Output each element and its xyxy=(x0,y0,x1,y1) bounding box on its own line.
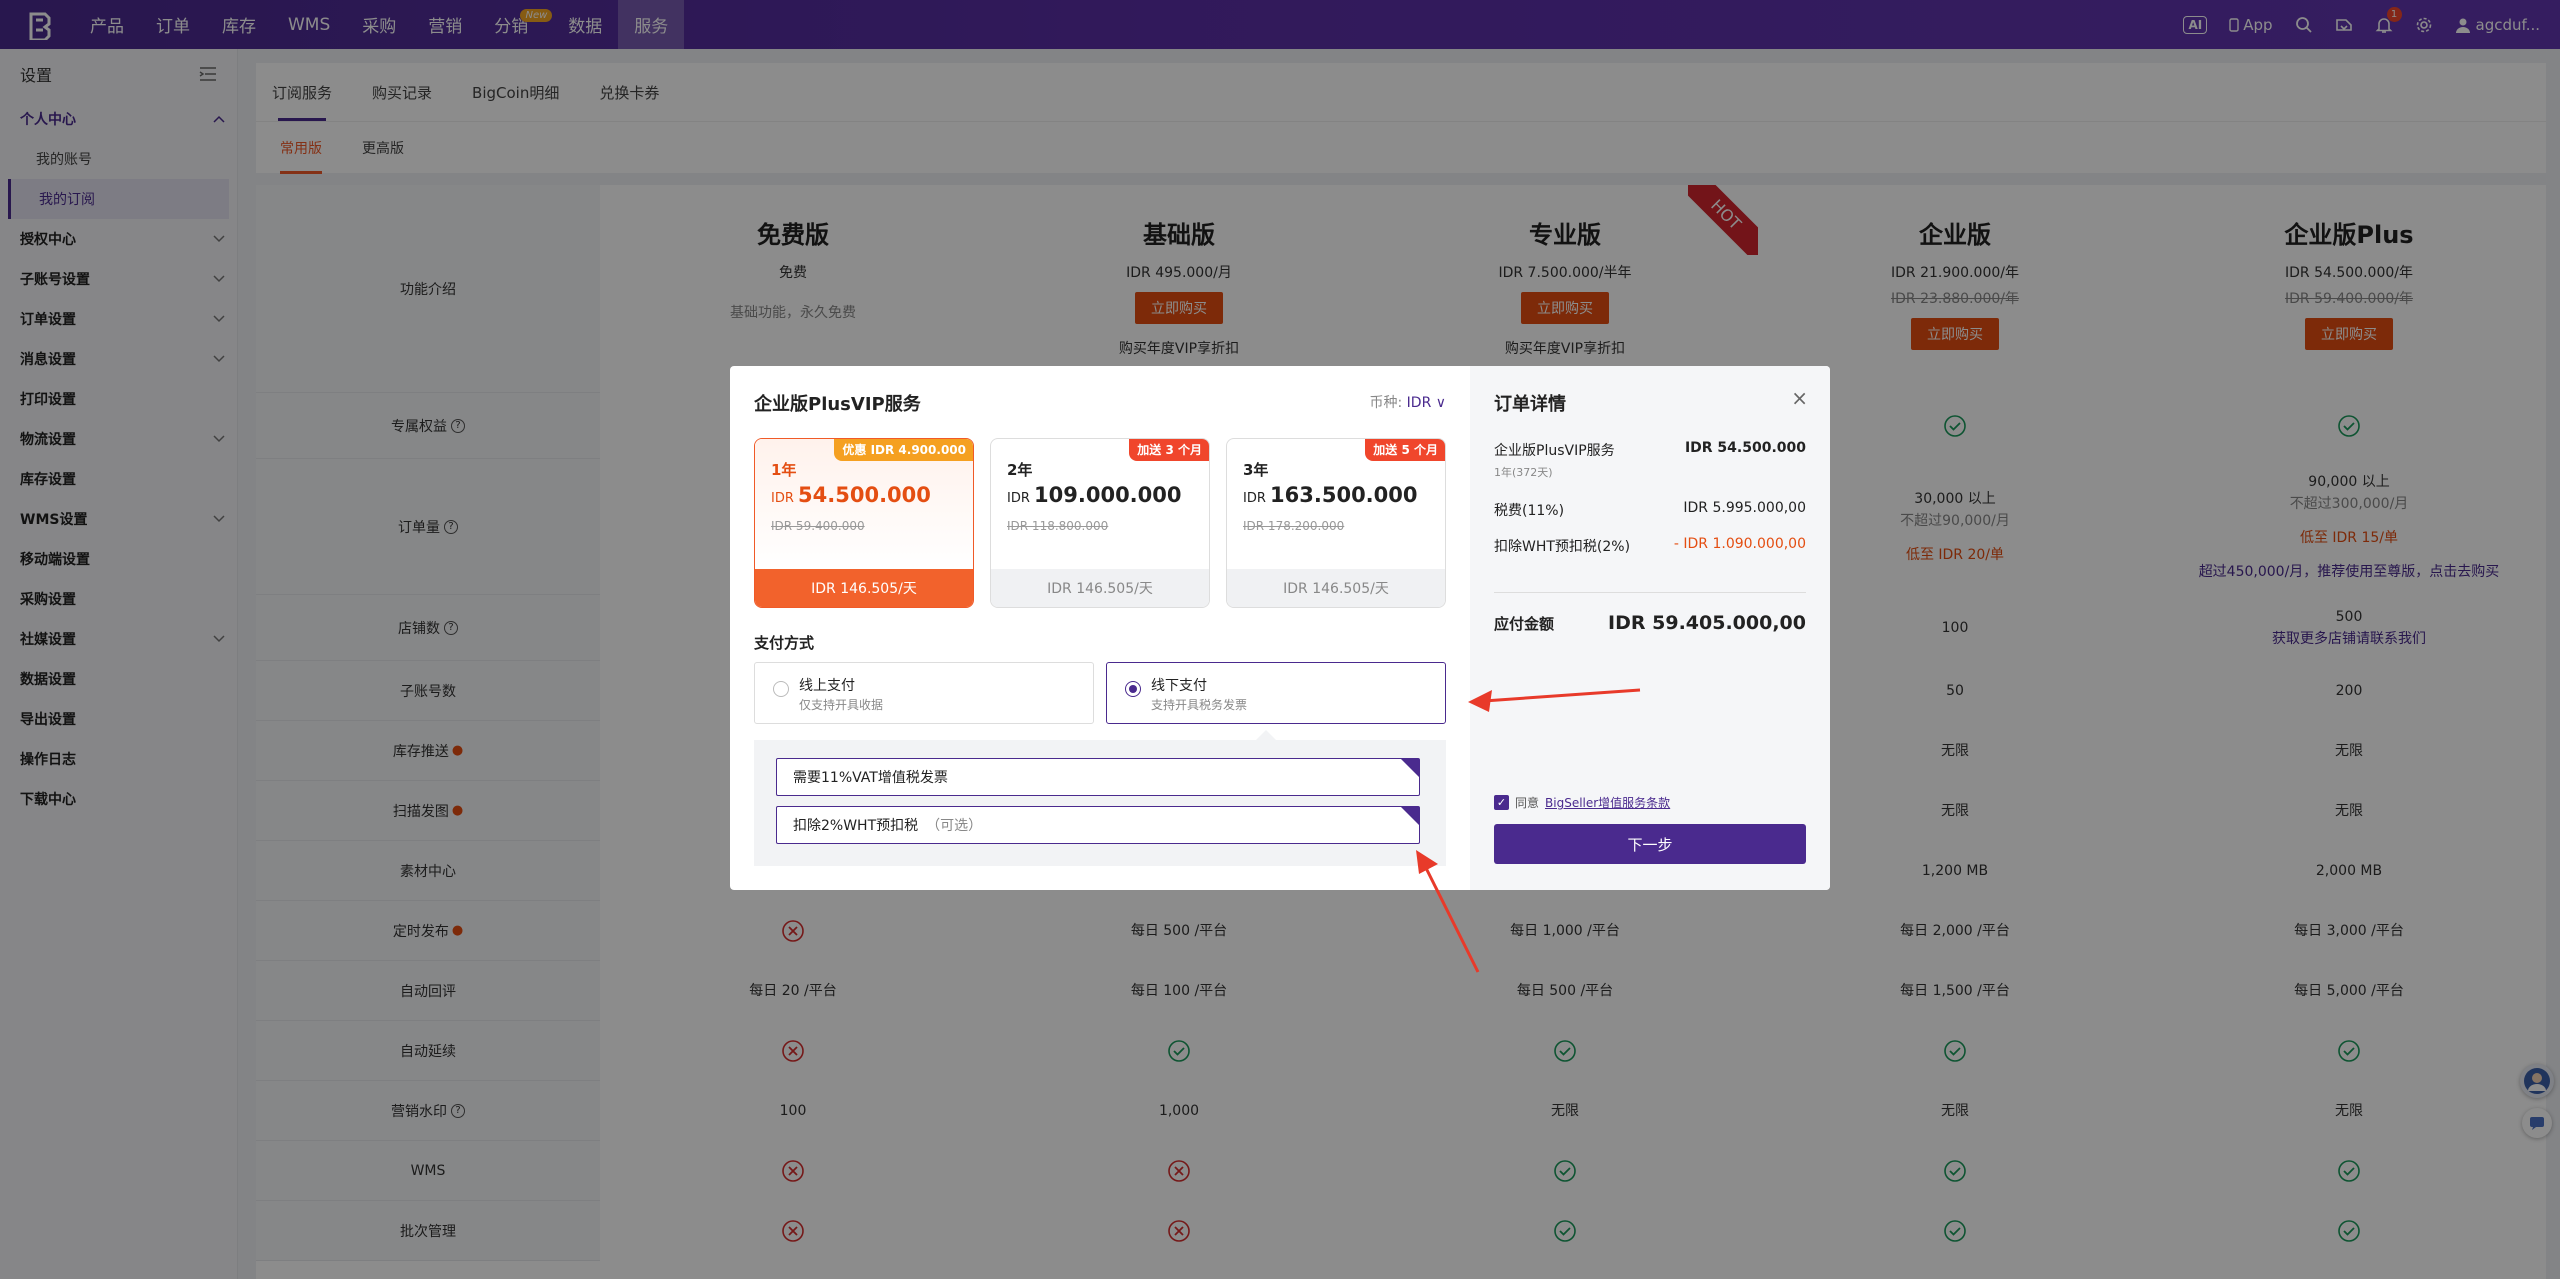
duration-option-1y[interactable]: 优惠 IDR 4.900.000 1年 IDR 54.500.000 IDR 5… xyxy=(754,438,974,608)
vat-label: 需要11%VAT增值税发票 xyxy=(793,770,948,786)
total-amount: IDR 59.405.000,00 xyxy=(1608,612,1806,634)
order-item-price: IDR 54.500.000 xyxy=(1684,440,1806,456)
terms-link[interactable]: BigSeller增值服务条款 xyxy=(1545,794,1670,811)
selected-corner-check-icon xyxy=(1401,807,1419,825)
wht-label: 扣除2%WHT预扣税 xyxy=(793,818,919,834)
price-amount: 163.500.000 xyxy=(1270,483,1418,507)
price-currency: IDR xyxy=(1243,491,1266,506)
price-currency: IDR xyxy=(771,491,794,506)
radio-button xyxy=(773,681,789,697)
tax-value: IDR 5.995.000,00 xyxy=(1683,500,1806,516)
duration-years: 2年 xyxy=(1007,461,1033,479)
original-price: IDR 59.400.000 xyxy=(771,519,865,533)
currency-value: IDR xyxy=(1406,395,1432,411)
wht-row: 扣除WHT预扣税(2%) - IDR 1.090.000,00 xyxy=(1494,536,1806,556)
total-row: 应付金额 IDR 59.405.000,00 xyxy=(1494,612,1806,634)
optional-label: （可选） xyxy=(926,818,983,834)
payment-subtitle: 支持开具税务发票 xyxy=(1151,698,1248,712)
divider xyxy=(1494,592,1806,593)
vat-invoice-option[interactable]: 需要11%VAT增值税发票 xyxy=(776,758,1420,796)
price-currency: IDR xyxy=(1007,491,1030,506)
bonus-ribbon: 加送 3 个月 xyxy=(1129,439,1209,461)
next-step-button[interactable]: 下一步 xyxy=(1494,824,1806,864)
payment-title: 线下支付 xyxy=(1151,678,1207,694)
payment-title: 线上支付 xyxy=(799,678,855,694)
wht-deduction-option[interactable]: 扣除2%WHT预扣税 （可选） xyxy=(776,806,1420,844)
total-label: 应付金额 xyxy=(1494,614,1555,633)
price-per-day: IDR 146.505/天 xyxy=(1227,569,1445,607)
invoice-options: 需要11%VAT增值税发票 扣除2%WHT预扣税 （可选） xyxy=(754,730,1446,866)
duration-option-2y[interactable]: 加送 3 个月 2年 IDR 109.000.000 IDR 118.800.0… xyxy=(990,438,1210,608)
duration-price: IDR 109.000.000 xyxy=(1007,483,1182,507)
duration-years: 3年 xyxy=(1243,461,1269,479)
duration-years: 1年 xyxy=(771,461,797,479)
tax-label: 税费(11%) xyxy=(1494,503,1565,519)
agree-terms: ✓ 同意 BigSeller增值服务条款 xyxy=(1494,794,1670,811)
chevron-down-icon: ∨ xyxy=(1435,395,1446,411)
tax-row: 税费(11%) IDR 5.995.000,00 xyxy=(1494,500,1806,520)
plan-selection-panel: 企业版PlusVIP服务 币种: IDR ∨ 优惠 IDR 4.900.000 … xyxy=(730,366,1470,890)
price-amount: 109.000.000 xyxy=(1034,483,1182,507)
agree-checkbox[interactable]: ✓ xyxy=(1494,795,1509,810)
duration-price: IDR 54.500.000 xyxy=(771,483,931,507)
order-details-panel: × 订单详情 企业版PlusVIP服务 IDR 54.500.000 1年(372… xyxy=(1470,366,1830,890)
order-item-row: 企业版PlusVIP服务 IDR 54.500.000 xyxy=(1494,440,1806,460)
currency-select[interactable]: 币种: IDR ∨ xyxy=(1369,392,1446,412)
duration-price: IDR 163.500.000 xyxy=(1243,483,1418,507)
payment-online-option[interactable]: 线上支付 仅支持开具收据 xyxy=(754,662,1094,724)
payment-offline-option[interactable]: 线下支付 支持开具税务发票 xyxy=(1106,662,1446,724)
duration-option-3y[interactable]: 加送 5 个月 3年 IDR 163.500.000 IDR 178.200.0… xyxy=(1226,438,1446,608)
discount-ribbon: 优惠 IDR 4.900.000 xyxy=(834,439,973,461)
original-price: IDR 178.200.000 xyxy=(1243,519,1345,533)
wht-label: 扣除WHT预扣税(2%) xyxy=(1494,539,1631,555)
price-per-day: IDR 146.505/天 xyxy=(991,569,1209,607)
currency-label: 币种: xyxy=(1369,395,1403,411)
price-amount: 54.500.000 xyxy=(798,483,931,507)
payment-method-label: 支付方式 xyxy=(754,634,815,652)
wht-value: - IDR 1.090.000,00 xyxy=(1673,536,1806,552)
vip-purchase-modal: 企业版PlusVIP服务 币种: IDR ∨ 优惠 IDR 4.900.000 … xyxy=(730,366,1830,890)
radio-button-selected xyxy=(1125,681,1141,697)
order-item: 企业版PlusVIP服务 xyxy=(1494,443,1615,459)
close-icon[interactable]: × xyxy=(1791,386,1808,410)
selected-corner-check-icon xyxy=(1401,759,1419,777)
agree-label: 同意 xyxy=(1515,796,1540,810)
price-per-day: IDR 146.505/天 xyxy=(755,569,973,607)
bonus-ribbon: 加送 5 个月 xyxy=(1365,439,1445,461)
order-item-duration: 1年(372天) xyxy=(1494,466,1553,479)
original-price: IDR 118.800.000 xyxy=(1007,519,1109,533)
order-details-title: 订单详情 xyxy=(1494,394,1566,415)
payment-subtitle: 仅支持开具收据 xyxy=(799,698,884,712)
modal-title: 企业版PlusVIP服务 xyxy=(754,394,921,415)
